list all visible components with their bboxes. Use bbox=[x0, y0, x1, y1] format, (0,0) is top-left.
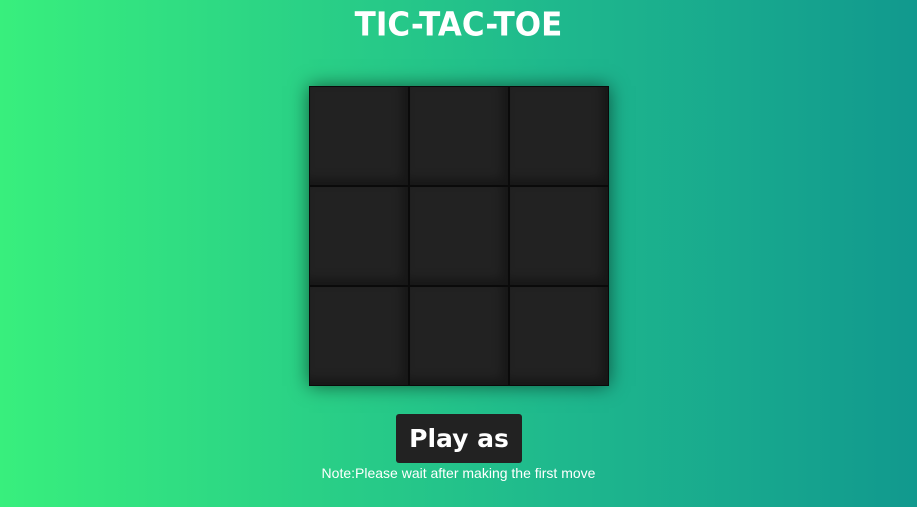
board-cell-8[interactable] bbox=[409, 286, 509, 386]
board-cell-7[interactable] bbox=[309, 286, 409, 386]
game-board bbox=[309, 86, 609, 386]
board-cell-2[interactable] bbox=[409, 86, 509, 186]
board-cell-9[interactable] bbox=[509, 286, 609, 386]
play-as-button[interactable]: Play as bbox=[396, 414, 522, 463]
board-cell-1[interactable] bbox=[309, 86, 409, 186]
board-cell-4[interactable] bbox=[309, 186, 409, 286]
board-cell-5[interactable] bbox=[409, 186, 509, 286]
board-cell-3[interactable] bbox=[509, 86, 609, 186]
board-cell-6[interactable] bbox=[509, 186, 609, 286]
note-text: Note:Please wait after making the first … bbox=[321, 465, 596, 481]
game-title: TIC-TAC-TOE bbox=[354, 6, 563, 44]
